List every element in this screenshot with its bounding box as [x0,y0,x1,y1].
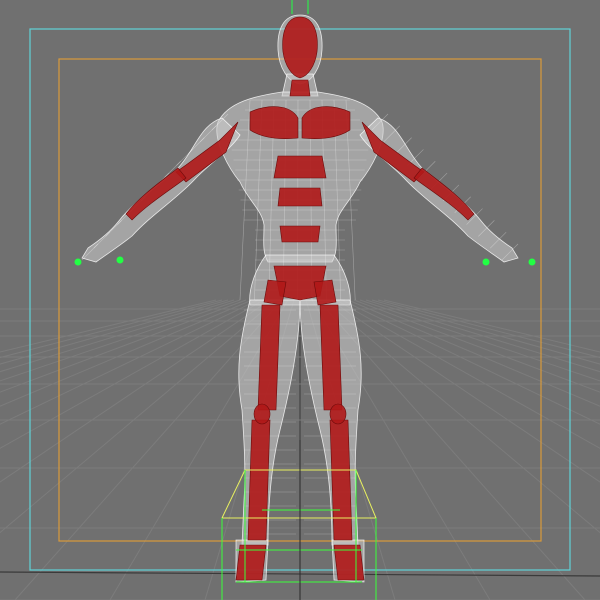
grid-line [0,299,223,359]
grid-line [0,299,259,425]
grid-line [353,299,600,393]
grid-line [0,299,229,365]
grid-line [341,299,600,425]
viewport-canvas[interactable] [0,0,600,600]
grid-line [0,299,271,483]
grid-line [371,299,600,365]
grid-line [329,299,600,483]
grid-line [377,299,600,359]
ik-handle-right-2[interactable] [528,258,536,266]
3d-viewport[interactable] [0,0,600,600]
grid-line [0,299,277,534]
ik-handle-left-2[interactable] [116,256,124,264]
ik-handle-right-1[interactable] [482,258,490,266]
grid-line [0,299,247,393]
head-control[interactable] [291,0,309,14]
grid-line [323,299,600,534]
ik-handle-left-1[interactable] [74,258,82,266]
grid-line [0,299,265,449]
